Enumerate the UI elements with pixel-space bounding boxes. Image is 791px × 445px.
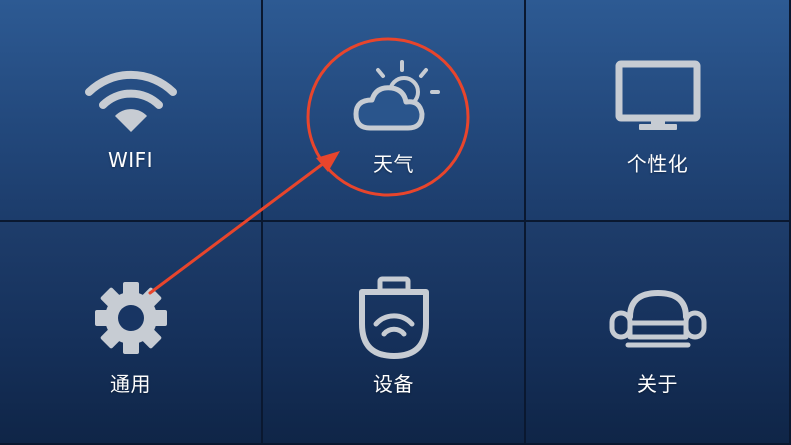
- sofa-icon: [526, 278, 789, 358]
- gear-icon: [0, 278, 261, 358]
- settings-grid: WIFI 天气 个性化 通用 设备 关于: [0, 0, 791, 445]
- device-icon: [263, 276, 524, 359]
- tile-wifi[interactable]: WIFI: [0, 0, 263, 222]
- tile-device[interactable]: 设备: [263, 222, 526, 445]
- weather-icon: [263, 58, 524, 138]
- tile-label: WIFI: [107, 148, 154, 172]
- tile-label: 天气: [373, 152, 414, 176]
- tile-label: 设备: [373, 372, 414, 396]
- tile-general[interactable]: 通用: [0, 222, 263, 445]
- tile-label: 通用: [110, 372, 151, 396]
- tile-personalization[interactable]: 个性化: [526, 0, 791, 222]
- monitor-icon: [526, 58, 789, 138]
- wifi-icon: [0, 58, 261, 138]
- settings-screen: WIFI 天气 个性化 通用 设备 关于: [0, 0, 791, 445]
- tile-about[interactable]: 关于: [526, 222, 791, 445]
- tile-label: 关于: [637, 372, 678, 396]
- tile-weather[interactable]: 天气: [263, 0, 526, 222]
- tile-label: 个性化: [626, 152, 689, 176]
